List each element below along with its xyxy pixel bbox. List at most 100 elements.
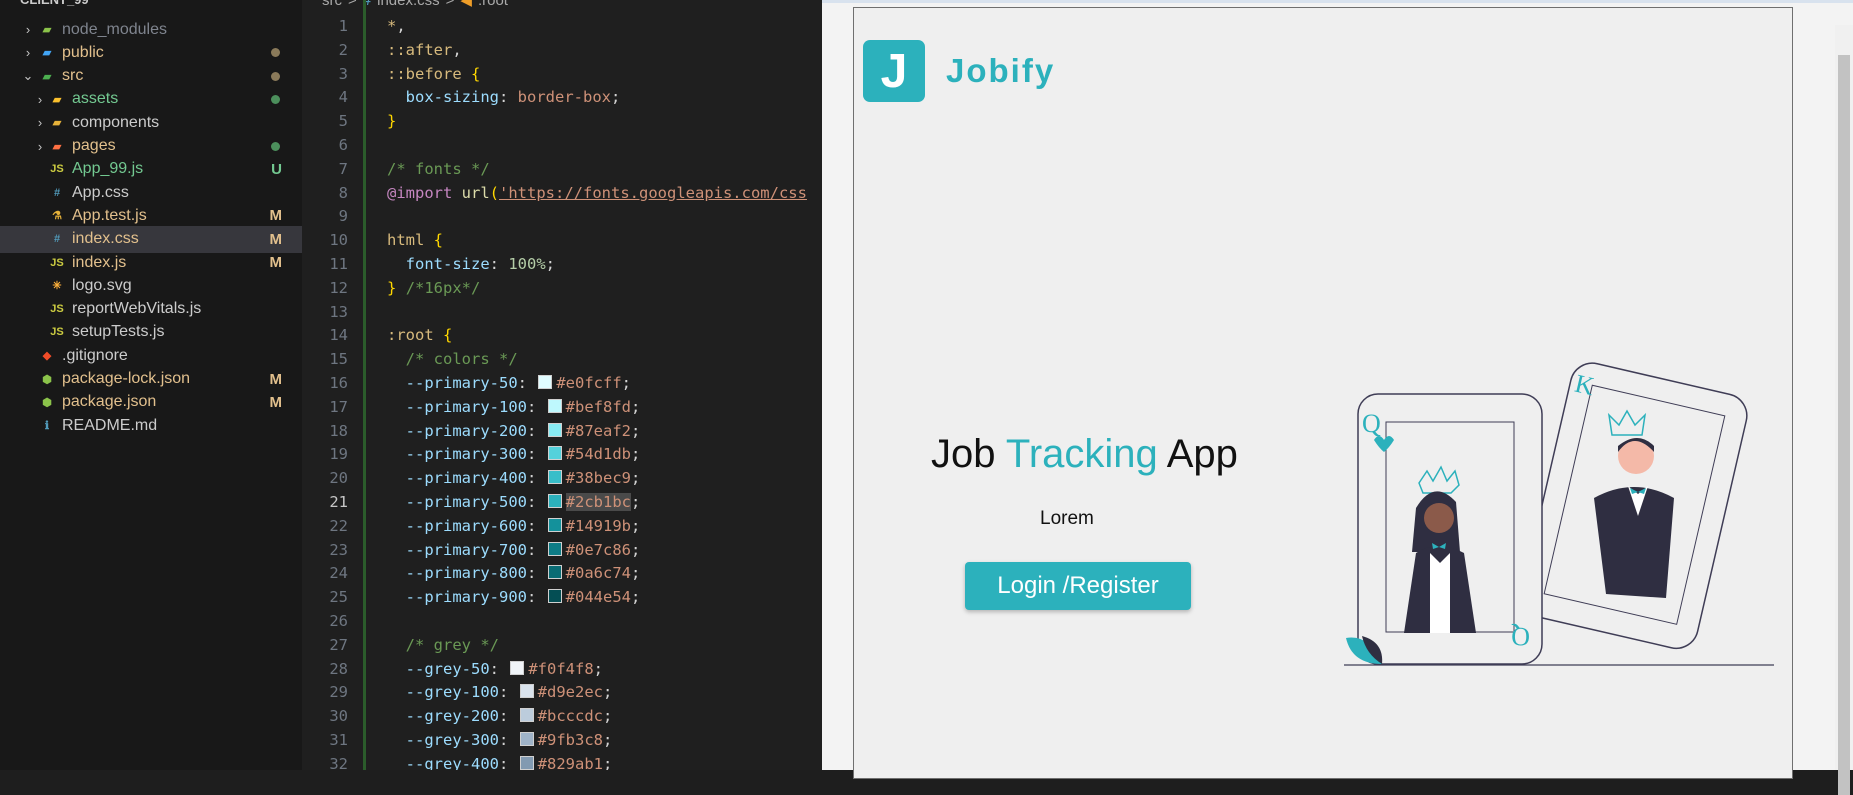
code-line[interactable]: 31 --grey-300: #9fb3c8; <box>302 729 822 753</box>
code-text[interactable]: --primary-700: #0e7c86; <box>387 539 641 563</box>
code-line[interactable]: 7 /* fonts */ <box>302 158 822 182</box>
code-line[interactable]: 29 --grey-100: #d9e2ec; <box>302 681 822 705</box>
code-text[interactable]: } /*16px*/ <box>387 277 480 301</box>
scroll-thumb[interactable] <box>1838 55 1850 795</box>
code-text[interactable]: box-sizing: border-box; <box>387 86 621 110</box>
line-number: 20 <box>329 469 348 488</box>
tree-item-label: App.test.js <box>72 206 147 224</box>
code-text[interactable]: --grey-50: #f0f4f8; <box>387 658 603 682</box>
code-line[interactable]: 3::before { <box>302 63 822 87</box>
login-register-button[interactable]: Login /Register <box>965 562 1191 610</box>
code-text[interactable]: --primary-200: #87eaf2; <box>387 420 641 444</box>
code-text[interactable]: /* colors */ <box>387 348 518 372</box>
code-text[interactable]: --primary-500: #2cb1bc; <box>387 491 640 515</box>
line-number: 16 <box>329 374 348 392</box>
code-text[interactable]: --primary-900: #044e54; <box>387 586 641 610</box>
explorer-root-title[interactable]: CLIENT_99 <box>20 0 89 8</box>
code-line[interactable]: 16 --primary-50: #e0fcff; <box>302 372 822 396</box>
code-text[interactable]: --grey-300: #9fb3c8; <box>387 729 613 753</box>
git-change-dot <box>271 141 280 151</box>
line-number: 22 <box>329 516 348 535</box>
code-text[interactable]: --primary-400: #38bec9; <box>387 467 641 491</box>
git-status-badge: M <box>269 230 283 248</box>
code-text[interactable]: --grey-200: #bcccdc; <box>387 705 613 729</box>
code-text[interactable]: /* fonts */ <box>387 158 490 182</box>
code-text[interactable]: --primary-800: #0a6c74; <box>387 562 641 586</box>
git-status-badge: M <box>269 254 283 271</box>
code-text[interactable]: /* grey */ <box>387 634 499 658</box>
code-line[interactable]: 11 font-size: 100%; <box>302 253 822 277</box>
line-number: 5 <box>338 112 348 131</box>
svg-file-icon: ✳ <box>52 280 62 293</box>
code-line[interactable]: 1 *, <box>302 15 822 39</box>
code-line[interactable]: 20 --primary-400: #38bec9; <box>302 467 822 491</box>
code-line[interactable]: 10 html { <box>302 229 822 253</box>
code-line[interactable]: 26 <box>302 610 822 634</box>
code-text[interactable]: --primary-300: #54d1db; <box>387 443 641 467</box>
tree-item-readme-md[interactable]: ℹ README.md <box>0 412 302 439</box>
code-line[interactable]: 2::after, <box>302 39 822 63</box>
code-editor[interactable]: src > # index.css > ◀ :root 1 *, 2::after,… <box>302 0 822 770</box>
code-line[interactable]: 5} <box>302 110 822 134</box>
line-number: 12 <box>329 278 348 297</box>
line-number: 3 <box>338 64 348 83</box>
svg-text:Q: Q <box>1511 622 1530 651</box>
code-line[interactable]: 9 <box>302 205 822 229</box>
code-line[interactable]: 24 --primary-800: #0a6c74; <box>302 562 822 586</box>
code-text[interactable]: } <box>387 110 396 134</box>
src-folder-icon: ▰ <box>42 70 52 83</box>
breadcrumb-symbol[interactable]: :root <box>478 0 508 9</box>
tree-item-label: package.json <box>62 393 157 411</box>
tree-item-label: index.js <box>72 253 127 271</box>
code-text[interactable]: ::before { <box>387 63 480 87</box>
code-line[interactable]: 30 --grey-200: #bcccdc; <box>302 705 822 729</box>
code-text[interactable]: html { <box>387 229 443 253</box>
code-line[interactable]: 18 --primary-200: #87eaf2; <box>302 420 822 444</box>
code-text[interactable]: --primary-50: #e0fcff; <box>387 372 631 396</box>
breadcrumb-folder[interactable]: src <box>322 0 342 9</box>
code-text[interactable]: font-size: 100%; <box>387 253 555 277</box>
code-text[interactable]: *, <box>387 15 406 39</box>
chevron-down-icon[interactable]: ⌄ <box>20 68 36 84</box>
code-line[interactable]: 25 --primary-900: #044e54; <box>302 586 822 610</box>
code-text[interactable]: ::after, <box>387 39 462 63</box>
code-line[interactable]: 28 --grey-50: #f0f4f8; <box>302 658 822 682</box>
code-line[interactable]: 23 --primary-700: #0e7c86; <box>302 539 822 563</box>
code-line[interactable]: 32 --grey-400: #829ab1; <box>302 753 822 770</box>
code-line[interactable]: 19 --primary-300: #54d1db; <box>302 443 822 467</box>
code-line[interactable]: 8 @import url('https://fonts.googleapis.c… <box>302 182 822 206</box>
test-file-icon: ⚗ <box>52 210 62 223</box>
code-line[interactable]: 15 /* colors */ <box>302 348 822 372</box>
tree-item-label: setupTests.js <box>72 323 165 341</box>
git-change-dot <box>271 71 280 81</box>
code-line[interactable]: 27 /* grey */ <box>302 634 822 658</box>
code-line[interactable]: 13 <box>302 301 822 325</box>
chevron-right-icon[interactable]: › <box>32 92 48 107</box>
git-status-badge: M <box>269 393 283 411</box>
code-text[interactable]: --grey-100: #d9e2ec; <box>387 681 613 705</box>
tree-item-label: index.css <box>72 230 139 248</box>
code-line[interactable]: 22 --primary-600: #14919b; <box>302 515 822 539</box>
code-line[interactable]: 4 box-sizing: border-box; <box>302 86 822 110</box>
code-text[interactable]: :root { <box>387 324 452 348</box>
chevron-right-icon[interactable]: › <box>20 45 36 60</box>
code-line[interactable]: 21 --primary-500: #2cb1bc; <box>302 491 822 515</box>
code-text[interactable]: --primary-600: #14919b; <box>387 515 641 539</box>
code-line[interactable]: 12 } /*16px*/ <box>302 277 822 301</box>
page-scrollbar[interactable] <box>1835 25 1853 795</box>
git-status-badge: M <box>269 207 283 225</box>
code-text[interactable]: --primary-100: #bef8fd; <box>387 396 641 420</box>
line-number: 8 <box>338 183 348 202</box>
tree-item-label: README.md <box>62 416 158 434</box>
git-status-badge: M <box>269 370 283 388</box>
chevron-right-icon[interactable]: › <box>32 139 48 154</box>
breadcrumb-file[interactable]: index.css <box>377 0 440 9</box>
hero-title-part1: Job <box>931 432 1006 476</box>
chevron-right-icon[interactable]: › <box>20 22 36 37</box>
code-text[interactable]: @import url('https://fonts.googleapis.co… <box>387 182 807 206</box>
chevron-right-icon[interactable]: › <box>32 115 48 130</box>
code-line[interactable]: 14:root { <box>302 324 822 348</box>
code-text[interactable]: --grey-400: #829ab1; <box>387 753 613 770</box>
code-line[interactable]: 6 <box>302 134 822 158</box>
code-line[interactable]: 17 --primary-100: #bef8fd; <box>302 396 822 420</box>
